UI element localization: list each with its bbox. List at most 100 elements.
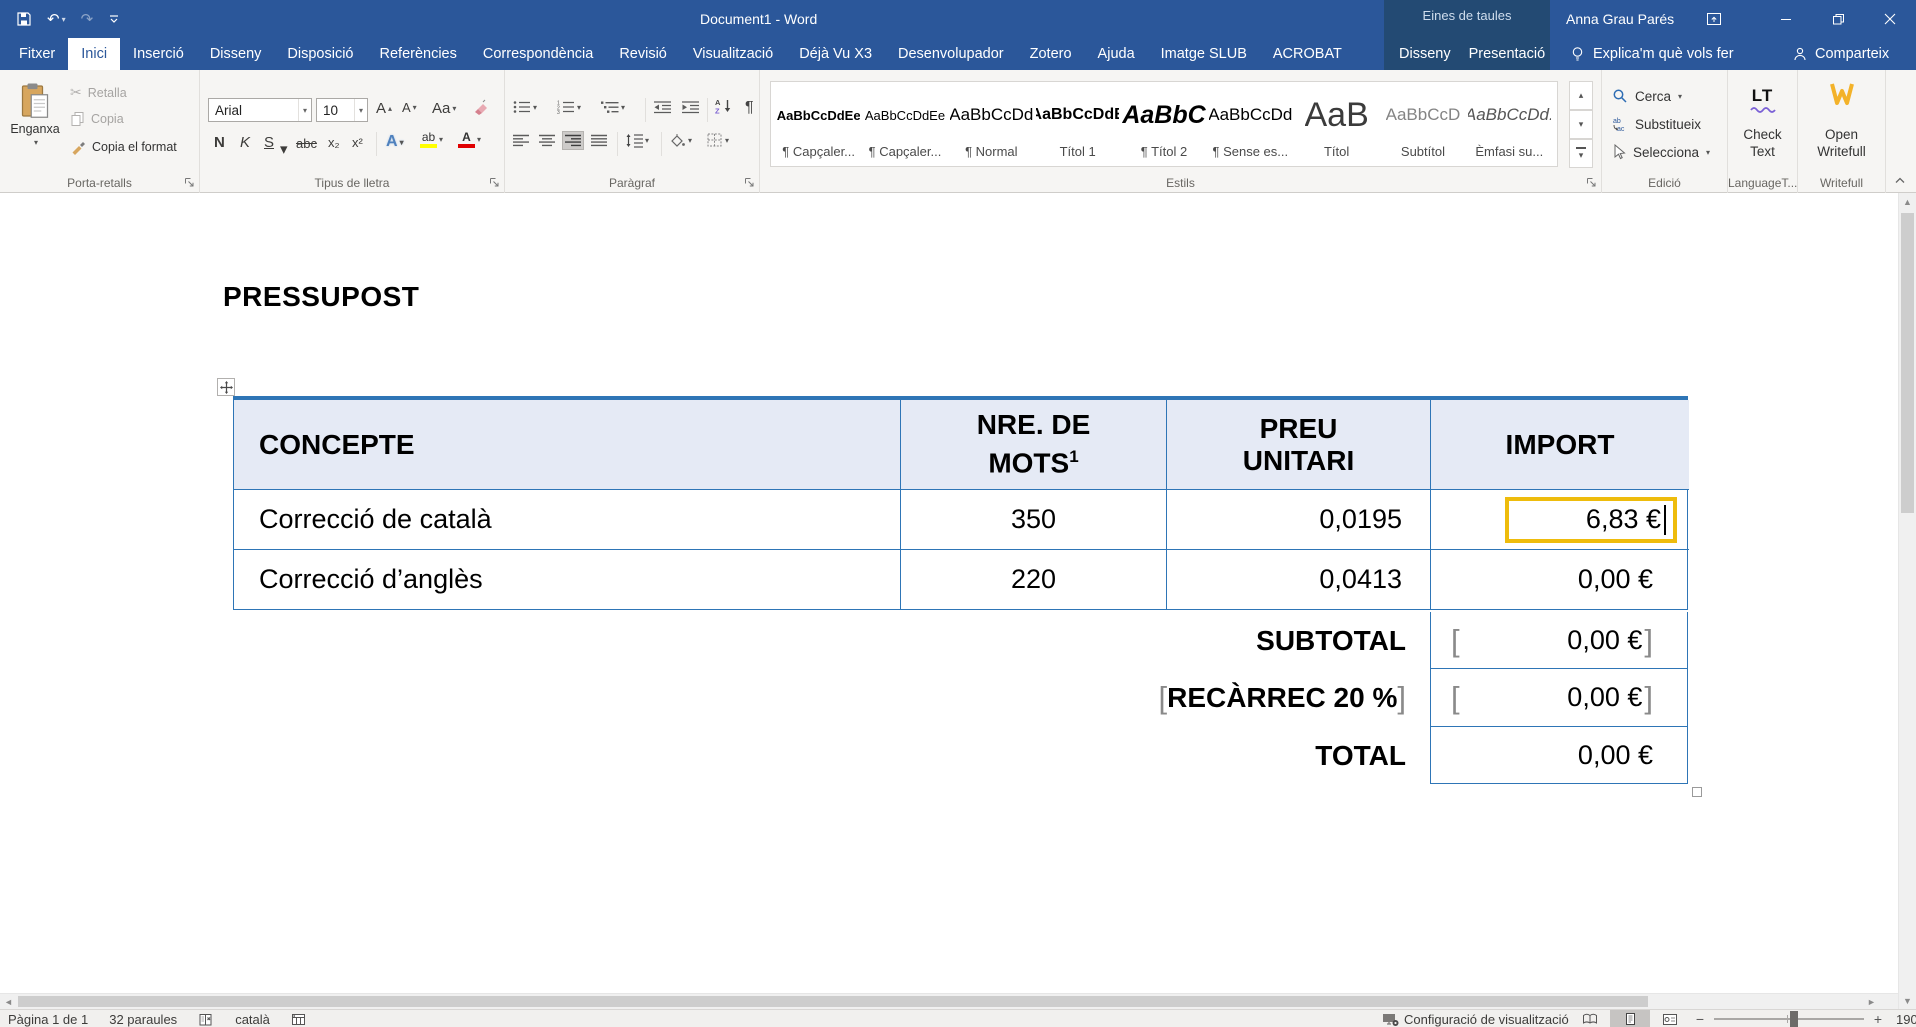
tab-acrobat[interactable]: ACROBAT: [1260, 38, 1355, 70]
underline-button[interactable]: S: [264, 134, 274, 151]
undo-dropdown-icon[interactable]: ▾: [62, 15, 66, 24]
page-indicator[interactable]: Pàgina 1 de 1: [8, 1012, 88, 1027]
increase-indent-button[interactable]: [681, 100, 700, 114]
ribbon-display-options-button[interactable]: [1692, 0, 1736, 38]
font-dialog-launcher[interactable]: [489, 177, 501, 189]
change-case-button[interactable]: Aa▾: [432, 100, 456, 117]
decrease-indent-button[interactable]: [653, 100, 672, 114]
style-sense-espaiat[interactable]: AaBbCcDd¶ Sense es...: [1209, 86, 1292, 162]
table-cell[interactable]: Correcció d’anglès: [234, 550, 901, 609]
style-titol[interactable]: AaBTítol: [1295, 86, 1378, 162]
tab-disseny[interactable]: Disseny: [197, 38, 275, 70]
italic-button[interactable]: K: [240, 134, 250, 151]
macro-recording-icon[interactable]: [291, 1012, 306, 1026]
paragraph-dialog-launcher[interactable]: [744, 177, 756, 189]
borders-button[interactable]: ▾: [707, 133, 729, 148]
font-name-combobox[interactable]: Arial ▾: [208, 98, 312, 122]
shading-button[interactable]: ▾: [669, 133, 692, 148]
scroll-left-icon[interactable]: ◄: [0, 994, 17, 1009]
horizontal-scrollbar[interactable]: ◄ ►: [0, 993, 1898, 1009]
zoom-in-button[interactable]: +: [1870, 1011, 1886, 1027]
horizontal-scroll-thumb[interactable]: [18, 996, 1648, 1007]
table-cell[interactable]: 0,0413: [1167, 550, 1431, 609]
styles-dialog-launcher[interactable]: [1586, 177, 1598, 189]
highlight-color-button[interactable]: ab ▾: [420, 131, 443, 148]
select-dropdown-icon[interactable]: ▾: [1706, 148, 1710, 157]
total-amount-cell[interactable]: 0,00 €: [1430, 727, 1688, 784]
tab-fitxer[interactable]: Fitxer: [6, 38, 68, 70]
find-dropdown-icon[interactable]: ▾: [1678, 92, 1682, 101]
customize-quick-access-button[interactable]: [108, 13, 120, 25]
sort-button[interactable]: AZ: [715, 98, 732, 114]
subscript-button[interactable]: x₂: [328, 135, 340, 150]
open-writefull-label[interactable]: Open Writefull: [1798, 126, 1885, 160]
tell-me-box[interactable]: Explica'm què vols fer: [1570, 38, 1734, 70]
justify-button[interactable]: [591, 134, 607, 147]
vertical-scroll-thumb[interactable]: [1901, 213, 1914, 513]
zoom-out-button[interactable]: −: [1692, 1011, 1708, 1027]
tab-insercio[interactable]: Inserció: [120, 38, 197, 70]
tab-table-layout[interactable]: Presentació: [1460, 38, 1555, 70]
style-capcalera1[interactable]: AaBbCcDdEe¶ Capçaler...: [777, 86, 860, 162]
check-text-button[interactable]: LT: [1728, 86, 1797, 113]
scroll-up-icon[interactable]: ▲: [1899, 193, 1916, 210]
language-indicator[interactable]: català: [235, 1012, 270, 1027]
style-titol1[interactable]: AaBbCcDdETítol 1: [1036, 86, 1119, 162]
tab-referencies[interactable]: Referències: [367, 38, 470, 70]
read-mode-button[interactable]: [1570, 1010, 1610, 1027]
cut-button[interactable]: ✂ Retalla: [70, 84, 127, 101]
styles-scroll-up-button[interactable]: ▴: [1569, 81, 1593, 110]
tab-table-design[interactable]: Disseny: [1390, 38, 1460, 70]
superscript-button[interactable]: x²: [352, 135, 363, 150]
zoom-slider-thumb[interactable]: [1790, 1011, 1798, 1027]
close-button[interactable]: [1864, 0, 1916, 38]
collapse-ribbon-button[interactable]: [1894, 176, 1906, 184]
subtotal-amount-cell[interactable]: [ 0,00 € ]: [1430, 612, 1688, 669]
font-size-combobox[interactable]: 10 ▾: [316, 98, 368, 122]
paste-button[interactable]: Enganxa ▾: [6, 76, 64, 174]
font-color-dropdown-icon[interactable]: ▾: [477, 135, 481, 144]
select-button[interactable]: Selecciona ▾: [1612, 144, 1710, 160]
numbering-button[interactable]: 123 ▾: [557, 100, 581, 114]
tab-ajuda[interactable]: Ajuda: [1085, 38, 1148, 70]
redo-button[interactable]: ↷: [81, 10, 94, 28]
show-formatting-marks-button[interactable]: ¶: [745, 99, 754, 117]
scroll-down-icon[interactable]: ▼: [1899, 992, 1916, 1009]
tab-dejavu-x3[interactable]: Déjà Vu X3: [786, 38, 885, 70]
style-capcalera2[interactable]: AaBbCcDdEe¶ Capçaler...: [863, 86, 946, 162]
share-button[interactable]: Comparteix: [1792, 38, 1889, 70]
recarrec-amount-cell[interactable]: [ 0,00 € ]: [1430, 669, 1688, 727]
align-center-button[interactable]: [539, 134, 555, 147]
clear-formatting-button[interactable]: [472, 98, 490, 116]
check-text-label[interactable]: Check Text: [1728, 126, 1797, 160]
table-cell[interactable]: 220: [901, 550, 1167, 609]
style-normal[interactable]: AaBbCcDd¶ Normal: [950, 86, 1033, 162]
align-right-button[interactable]: [563, 132, 583, 149]
zoom-level[interactable]: 190%: [1896, 1012, 1916, 1027]
tab-correspondencia[interactable]: Correspondència: [470, 38, 606, 70]
style-emfasi[interactable]: AaBbCcDd.Èmfasi su...: [1468, 86, 1551, 162]
line-spacing-button[interactable]: ▾: [625, 133, 649, 148]
multilevel-list-button[interactable]: ▾: [601, 100, 625, 114]
align-left-button[interactable]: [513, 134, 529, 147]
restore-button[interactable]: [1812, 0, 1864, 38]
display-settings-button[interactable]: Configuració de visualització: [1382, 1010, 1569, 1027]
highlight-dropdown-icon[interactable]: ▾: [439, 135, 443, 144]
open-writefull-button[interactable]: [1798, 82, 1885, 106]
user-name[interactable]: Anna Grau Parés: [1566, 0, 1674, 38]
table-cell[interactable]: 0,00 €: [1431, 550, 1689, 609]
shrink-font-button[interactable]: A▾: [402, 100, 417, 115]
table-move-handle[interactable]: [217, 378, 235, 396]
style-subtitol[interactable]: AaBbCcDSubtítol: [1381, 86, 1464, 162]
table-resize-handle[interactable]: [1692, 787, 1702, 797]
underline-dropdown-icon[interactable]: ▾: [280, 140, 288, 158]
strikethrough-button[interactable]: abc: [296, 136, 317, 151]
bullets-button[interactable]: ▾: [513, 100, 537, 114]
text-effects-button[interactable]: A▾: [386, 133, 404, 151]
font-size-dropdown-icon[interactable]: ▾: [354, 99, 367, 121]
document-page[interactable]: PRESSUPOST CONCEPTE NRE. DE MOTS1 PREU U…: [0, 193, 1898, 993]
form-field-highlight[interactable]: 6,83 €: [1505, 497, 1677, 543]
table-cell[interactable]: 350: [901, 490, 1167, 550]
styles-scroll-down-button[interactable]: ▾: [1569, 110, 1593, 139]
format-painter-button[interactable]: Copia el format: [70, 139, 177, 155]
